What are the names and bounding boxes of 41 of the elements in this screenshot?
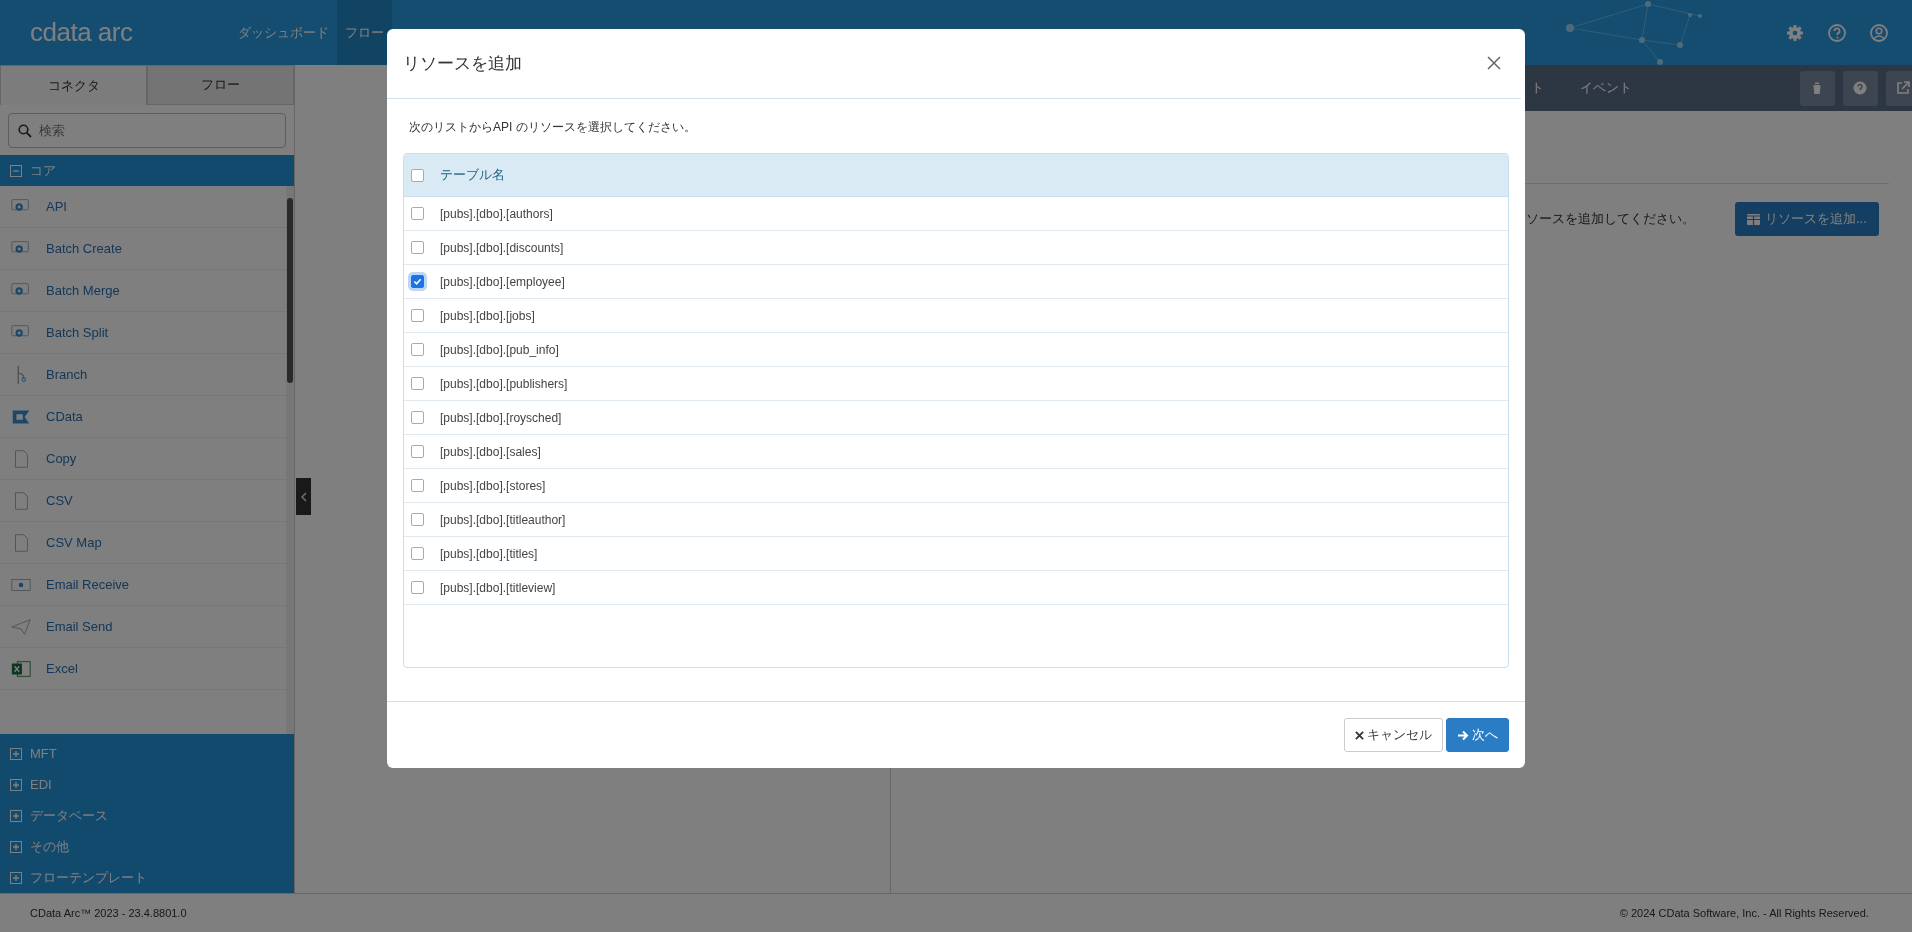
logo: cdata arc — [30, 17, 133, 48]
panel-tab[interactable]: イベント — [1562, 79, 1650, 97]
table-cell: [pubs].[dbo].[publishers] — [440, 376, 568, 391]
search-field[interactable]: 検索 — [8, 113, 286, 148]
connector-item[interactable]: CSV Map — [46, 535, 102, 550]
connector-item[interactable]: Batch Create — [46, 241, 122, 256]
connector-item[interactable]: Email Send — [46, 619, 113, 634]
nav-tab[interactable]: フロー — [337, 0, 392, 65]
nav-tab[interactable]: ダッシュボード — [230, 0, 337, 65]
table-cell: [pubs].[dbo].[titleauthor] — [440, 512, 566, 527]
version-text: CData Arc™ 2023 - 23.4.8801.0 — [30, 907, 187, 919]
next-button[interactable]: 次へ — [1446, 718, 1509, 752]
table-cell: [pubs].[dbo].[employee] — [440, 274, 565, 289]
table-cell: [pubs].[dbo].[authors] — [440, 206, 553, 221]
connector-item[interactable]: Batch Split — [46, 325, 109, 340]
connector-item[interactable]: CData — [46, 409, 83, 424]
instruction-text: 次のリストからAPI のリソースを選択してください。 — [409, 119, 697, 136]
empty-message: ソースを追加してください。 — [1526, 210, 1695, 228]
table-cell: [pubs].[dbo].[pub_info] — [440, 342, 559, 357]
sidebar-tab[interactable]: フロー — [147, 65, 294, 105]
table-cell: [pubs].[dbo].[titleview] — [440, 580, 556, 595]
column-header: テーブル名 — [440, 166, 505, 184]
dialog-title: リソースを追加 — [403, 53, 523, 75]
connector-item[interactable]: API — [46, 199, 67, 214]
table-cell: [pubs].[dbo].[sales] — [440, 444, 541, 459]
sidebar-tab[interactable]: コネクタ — [0, 65, 147, 105]
connector-item[interactable]: Copy — [46, 451, 77, 466]
cancel-button[interactable]: キャンセル — [1344, 718, 1443, 752]
add-resource-button[interactable]: リソースを追加... — [1735, 202, 1879, 236]
connector-item[interactable]: Branch — [46, 367, 88, 382]
table-cell: [pubs].[dbo].[roysched] — [440, 410, 562, 425]
category-header[interactable]: コア — [0, 155, 294, 186]
table-cell: [pubs].[dbo].[titles] — [440, 546, 538, 561]
connector-item[interactable]: Excel — [46, 661, 78, 676]
connector-item[interactable]: Email Receive — [46, 577, 130, 592]
table-cell: [pubs].[dbo].[stores] — [440, 478, 546, 493]
connector-item[interactable]: Batch Merge — [46, 283, 120, 298]
table-cell: [pubs].[dbo].[discounts] — [440, 240, 564, 255]
connector-item[interactable]: CSV — [46, 493, 73, 508]
table-cell: [pubs].[dbo].[jobs] — [440, 308, 535, 323]
copyright-text: © 2024 CData Software, Inc. - All Rights Reserved. — [1619, 907, 1869, 919]
